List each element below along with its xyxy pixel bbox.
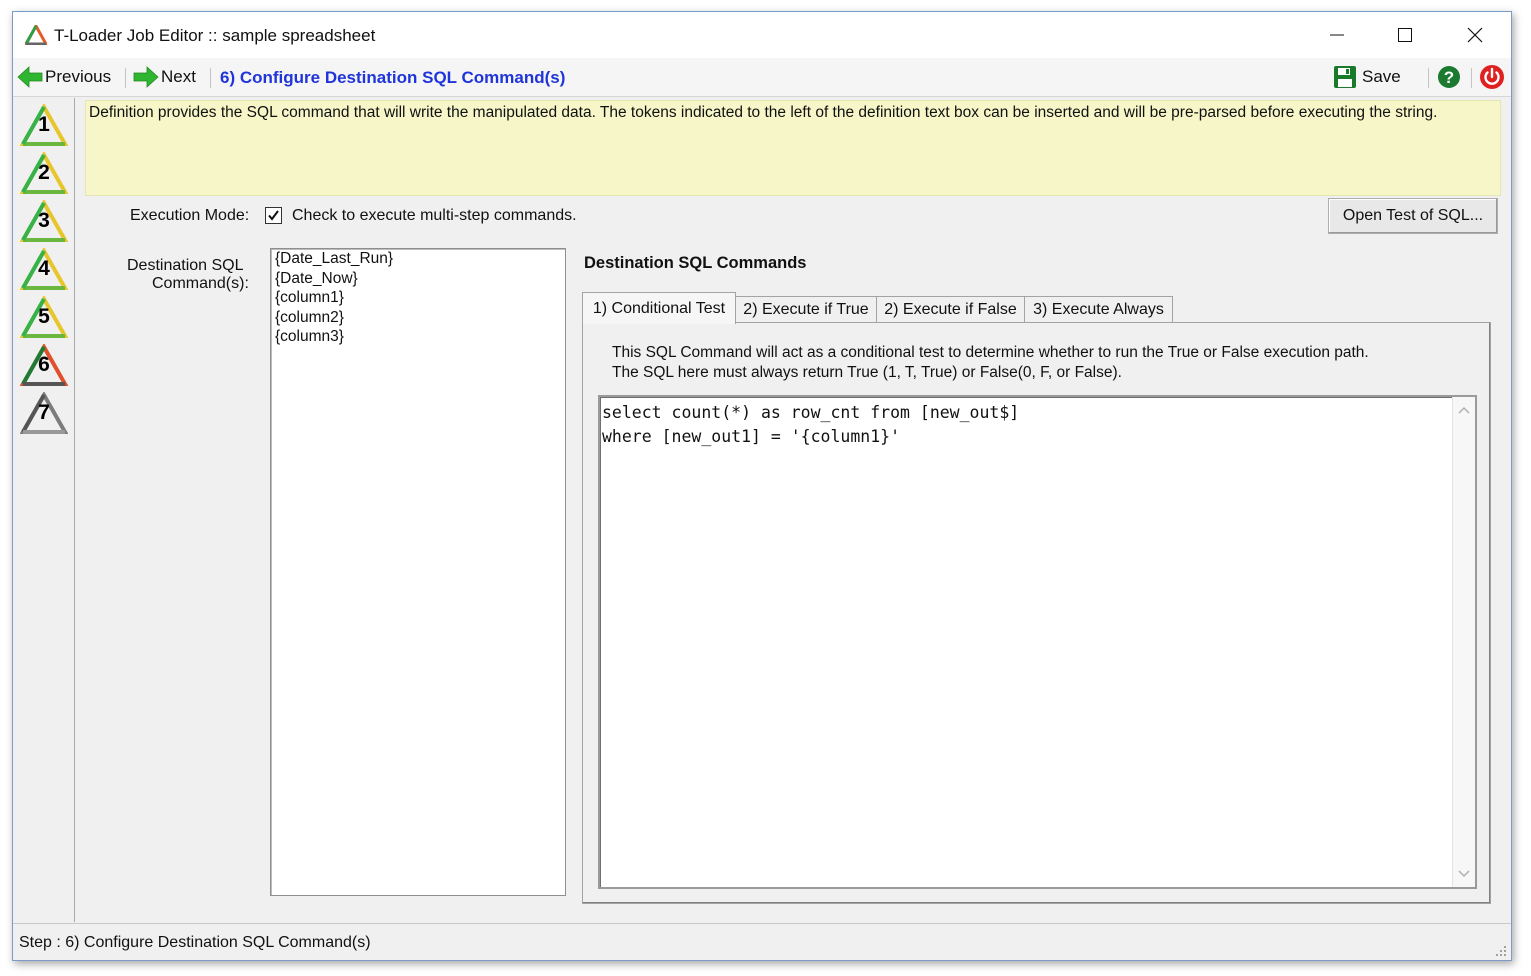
step-number: 4 (38, 257, 50, 280)
conditional-test-description: This SQL Command will act as a condition… (612, 343, 1369, 383)
step-3-button[interactable]: 3 (20, 200, 68, 244)
sql-editor-text[interactable]: select count(*) as row_cnt from [new_out… (602, 401, 1019, 449)
tab-conditional-test[interactable]: 1) Conditional Test (582, 292, 736, 324)
step-number: 3 (38, 209, 50, 232)
sql-editor-scrollbar[interactable] (1452, 397, 1475, 887)
multi-step-checkbox-label[interactable]: Check to execute multi-step commands. (292, 207, 577, 225)
token-list[interactable]: {Date_Last_Run} {Date_Now} {column1} {co… (270, 248, 566, 896)
status-text: Step : 6) Configure Destination SQL Comm… (19, 934, 371, 951)
step-title: 6) Configure Destination SQL Command(s) (220, 68, 566, 87)
multi-step-checkbox[interactable] (265, 207, 282, 224)
toolbar-separator (210, 68, 211, 88)
tab-execute-if-false[interactable]: 2) Execute if False (876, 296, 1025, 323)
minimize-icon (1330, 34, 1344, 36)
description-line: This SQL Command will act as a condition… (612, 344, 1369, 361)
next-button[interactable]: Next (133, 64, 196, 90)
token-item[interactable]: {column2} (271, 308, 565, 328)
next-label: Next (161, 67, 196, 86)
title-bar: T-Loader Job Editor :: sample spreadshee… (13, 12, 1511, 58)
save-button[interactable]: Save (1333, 64, 1401, 90)
step-number: 6 (38, 353, 50, 376)
step-7-button[interactable]: 7 (20, 392, 68, 436)
question-mark-icon: ? (1438, 66, 1460, 88)
toolbar: Previous Next 6) Configure Destination S… (13, 58, 1511, 97)
green-arrow-left-icon (17, 66, 43, 88)
exit-button[interactable] (1479, 64, 1505, 90)
tab-execute-if-true[interactable]: 2) Execute if True (735, 296, 877, 323)
sql-editor[interactable]: select count(*) as row_cnt from [new_out… (598, 395, 1477, 889)
save-label: Save (1362, 67, 1401, 86)
minimize-button[interactable] (1303, 12, 1371, 58)
definition-help-panel: Definition provides the SQL command that… (85, 100, 1501, 196)
conditional-test-panel: This SQL Command will act as a condition… (582, 322, 1491, 904)
status-bar: Step : 6) Configure Destination SQL Comm… (13, 923, 1511, 960)
close-icon (1467, 27, 1483, 43)
close-button[interactable] (1441, 12, 1509, 58)
step-number: 2 (38, 161, 50, 184)
help-button[interactable]: ? (1437, 64, 1461, 90)
execution-mode-label: Execution Mode: (130, 207, 250, 224)
step-number: 7 (38, 401, 50, 424)
window-title: T-Loader Job Editor :: sample spreadshee… (54, 26, 376, 45)
scroll-down-icon[interactable] (1458, 869, 1470, 879)
checkmark-icon (268, 210, 279, 221)
floppy-disk-icon (1334, 66, 1356, 88)
previous-button[interactable]: Previous (17, 64, 111, 90)
step-rail: 1 2 3 4 5 6 7 (13, 98, 75, 922)
description-line: The SQL here must always return True (1,… (612, 364, 1122, 381)
sql-line: select count(*) as row_cnt from [new_out… (602, 403, 1020, 422)
sql-commands-title: Destination SQL Commands (584, 254, 807, 272)
power-icon (1480, 65, 1504, 89)
definition-help-text: Definition provides the SQL command that… (89, 104, 1438, 121)
token-item[interactable]: {column1} (271, 288, 565, 308)
sql-line: where [new_out1] = '{column1}' (602, 427, 901, 446)
resize-grip-icon[interactable] (1493, 943, 1507, 957)
maximize-icon (1398, 28, 1412, 42)
tab-execute-always[interactable]: 3) Execute Always (1024, 296, 1173, 323)
t-loader-triangle-icon (25, 25, 47, 45)
step-number: 1 (38, 113, 50, 136)
token-item[interactable]: {Date_Now} (271, 269, 565, 289)
toolbar-separator (1428, 68, 1429, 88)
previous-label: Previous (45, 67, 112, 86)
green-arrow-right-icon (133, 66, 159, 88)
token-item[interactable]: {column3} (271, 327, 565, 347)
step-5-button[interactable]: 5 (20, 296, 68, 340)
toolbar-separator (125, 68, 126, 88)
toolbar-separator (1471, 68, 1472, 88)
destination-sql-label: Destination SQL (127, 257, 244, 274)
maximize-button[interactable] (1371, 12, 1439, 58)
open-test-sql-button[interactable]: Open Test of SQL... (1328, 198, 1498, 234)
step-number: 5 (38, 305, 50, 328)
step-1-button[interactable]: 1 (20, 104, 68, 148)
svg-text:?: ? (1444, 68, 1454, 87)
destination-sql-label-line2: Command(s): (152, 275, 249, 292)
step-6-button[interactable]: 6 (20, 344, 68, 388)
step-4-button[interactable]: 4 (20, 248, 68, 292)
token-item[interactable]: {Date_Last_Run} (271, 249, 565, 269)
scroll-up-icon[interactable] (1458, 405, 1470, 415)
step-2-button[interactable]: 2 (20, 152, 68, 196)
app-window: T-Loader Job Editor :: sample spreadshee… (12, 11, 1512, 961)
